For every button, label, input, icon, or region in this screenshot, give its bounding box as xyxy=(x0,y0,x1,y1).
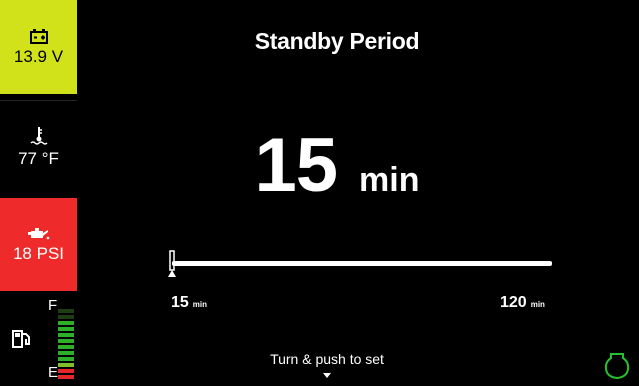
standby-period-value: 15 xyxy=(254,123,339,208)
fuel-level-bar xyxy=(58,369,74,373)
fuel-pump-icon xyxy=(12,330,30,348)
engine-outline-icon xyxy=(604,353,630,380)
page-title: Standby Period xyxy=(254,28,420,54)
slider-max-label: 120 min xyxy=(500,294,545,312)
battery-voltage-value: 13.9 V xyxy=(13,47,64,67)
standby-period-panel: Standby Period 15 min 15 min 120 min Turn &… xyxy=(77,0,639,386)
fuel-level-bar xyxy=(58,327,74,331)
slider-max-unit: min xyxy=(530,300,545,309)
battery-icon xyxy=(29,29,48,45)
sidebar: 13.9 V 77 °F 18 PSI F E xyxy=(0,0,77,386)
oil-pressure-tile: 18 PSI xyxy=(0,198,77,291)
fuel-level-bar xyxy=(58,345,74,349)
fuel-level-bars xyxy=(58,309,74,381)
fuel-level-bar xyxy=(58,351,74,355)
fuel-level-bar xyxy=(58,375,74,379)
coolant-temperature-tile: 77 °F xyxy=(0,100,77,193)
slider-min-value: 15 xyxy=(171,294,189,311)
down-arrow-icon xyxy=(323,373,331,378)
fuel-level-bar xyxy=(58,309,74,313)
standby-period-unit: min xyxy=(359,161,420,199)
instruction-hint: Turn & push to set xyxy=(270,351,384,367)
fuel-level-bar xyxy=(58,363,74,367)
standby-period-readout: 15 min xyxy=(77,122,597,209)
fuel-full-label: F xyxy=(48,297,58,314)
oil-pressure-value: 18 PSI xyxy=(12,243,65,263)
standby-period-slider-track[interactable] xyxy=(172,261,552,266)
fuel-gauge: F E xyxy=(0,297,77,386)
coolant-temperature-icon xyxy=(29,127,48,145)
fuel-level-bar xyxy=(58,339,74,343)
fuel-level-bar xyxy=(58,333,74,337)
coolant-temperature-value: 77 °F xyxy=(18,149,59,169)
fuel-level-bar xyxy=(58,321,74,325)
battery-voltage-tile: 13.9 V xyxy=(0,0,77,94)
slider-min-label: 15 min xyxy=(171,294,207,312)
oil-pressure-icon xyxy=(27,227,49,239)
fuel-level-bar xyxy=(58,315,74,319)
slider-min-unit: min xyxy=(192,300,208,309)
fuel-empty-label: E xyxy=(48,364,59,381)
fuel-level-bar xyxy=(58,357,74,361)
slider-max-value: 120 xyxy=(500,294,527,311)
standby-period-slider-thumb[interactable] xyxy=(167,250,177,278)
